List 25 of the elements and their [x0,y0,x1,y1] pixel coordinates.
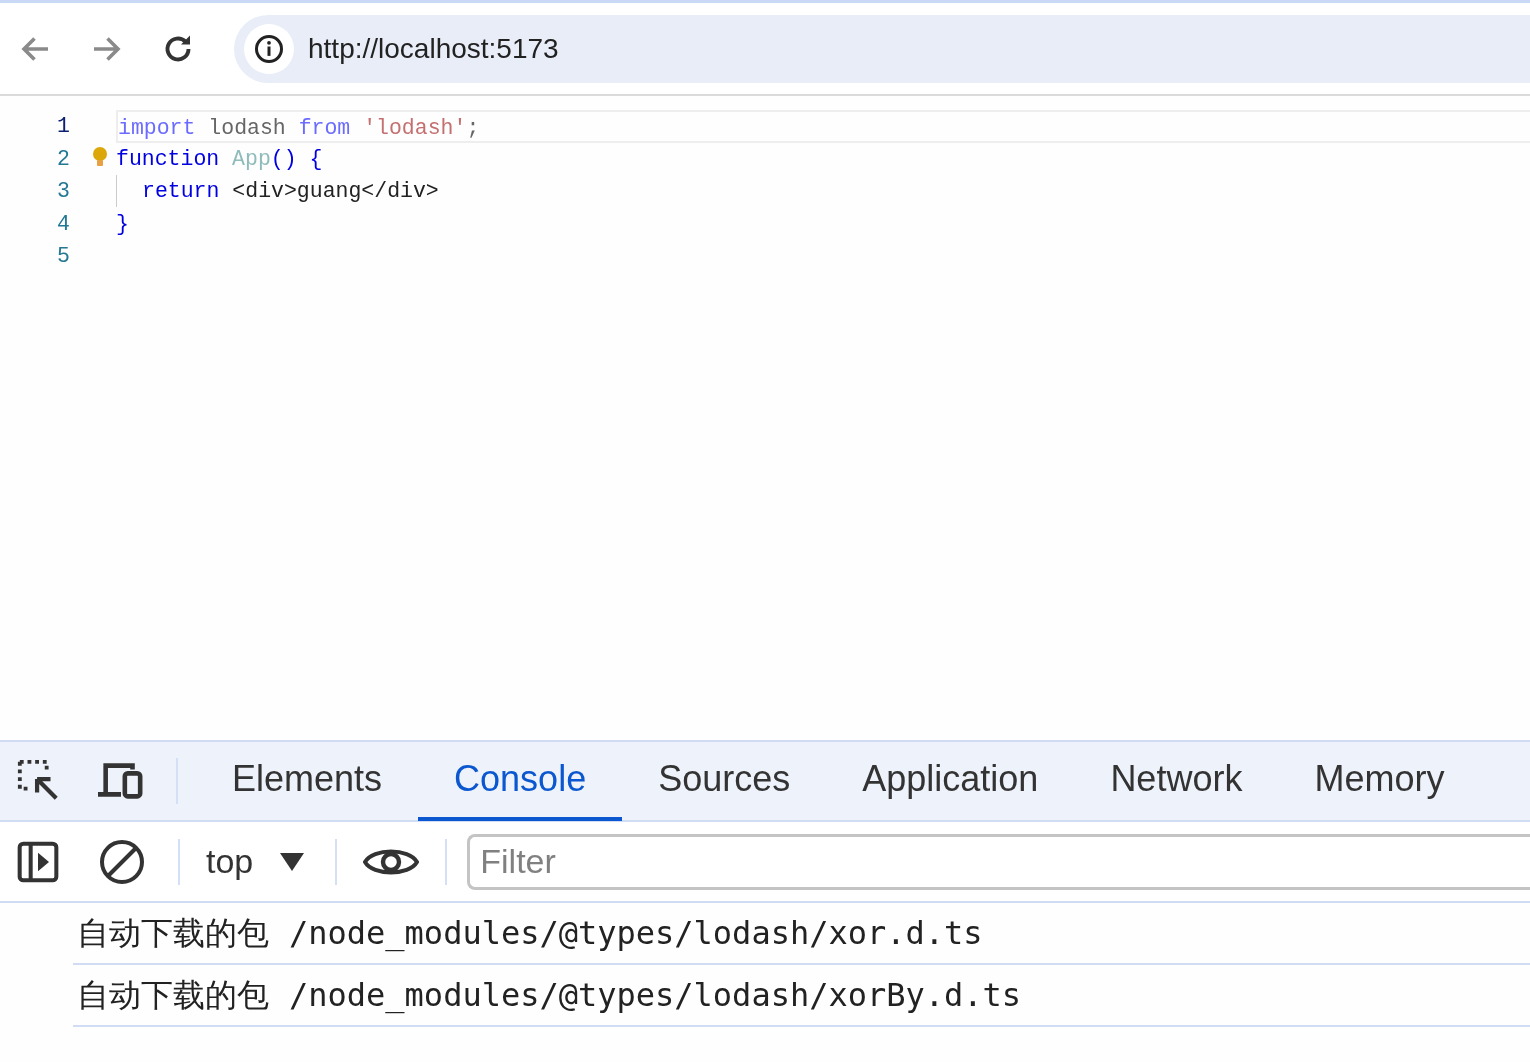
code-line: } [116,211,129,236]
line-number: 3 [56,178,70,205]
code-line: return <div>guang</div> [142,179,439,203]
context-dropdown[interactable]: top [180,836,320,887]
message-label: 自动下载的包 [77,975,269,1016]
line-number: 4 [56,210,70,238]
line-number: 1 [56,113,70,140]
devtools-tab[interactable]: Network [1074,741,1279,821]
devtools-tab[interactable]: Elements [196,741,419,821]
devtools-tab[interactable]: Sources [622,741,827,821]
line-number: 2 [56,145,70,173]
file-path: /node_modules/@types/lodash/xorBy.d.ts [289,975,1022,1016]
clear-console-icon[interactable] [98,837,146,886]
message-label: 自动下载的包 [77,913,269,954]
filter-field[interactable]: Filter [467,833,1530,890]
file-path: /node_modules/@types/lodash/xor.d.ts [289,913,983,954]
sidebar-toggle-icon[interactable] [16,839,60,884]
devtools-tab[interactable]: Application [826,741,1075,821]
highlighted-code-line: import lodash from 'lodash'; [118,116,480,140]
devtools-tab[interactable]: Memory [1278,741,1481,821]
caret-icon [279,851,306,872]
info-icon[interactable] [254,33,284,64]
line-number: 5 [56,243,70,270]
code-line: function App() { [116,146,323,171]
url-text[interactable]: http://localhost:5173 [308,27,559,70]
